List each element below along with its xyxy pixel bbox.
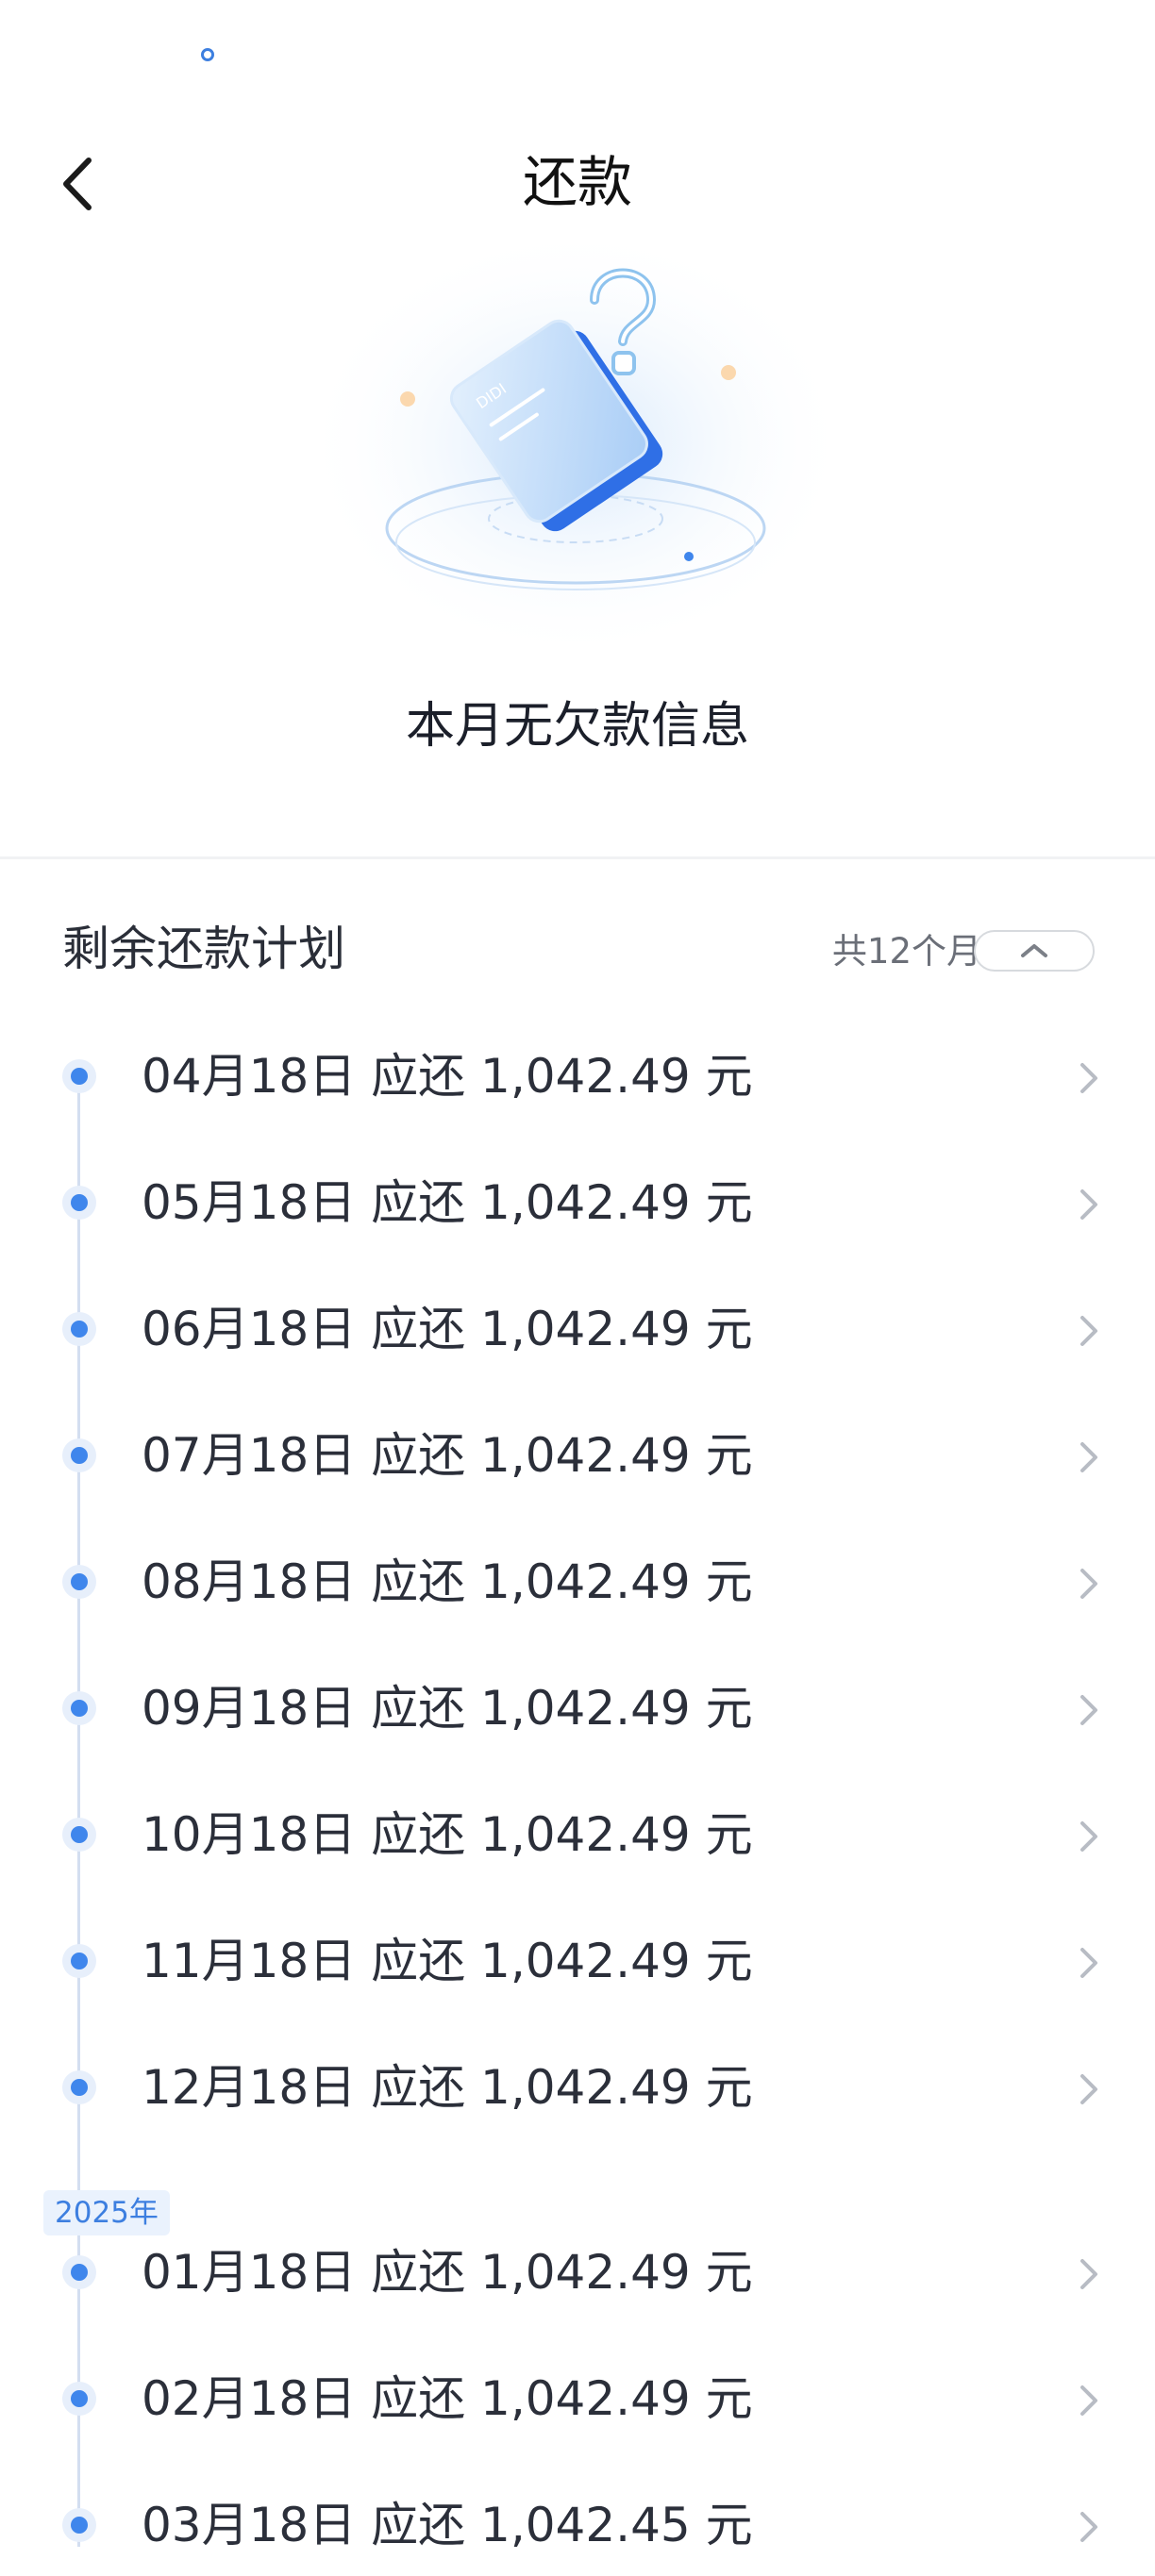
schedule-row[interactable]: 01月18日 应还 1,042.49 元 — [0, 2219, 1155, 2323]
schedule-row-text: 02月18日 应还 1,042.49 元 — [142, 2371, 753, 2426]
timeline-dot — [62, 1818, 96, 1852]
schedule-row[interactable]: 02月18日 应还 1,042.49 元 — [0, 2346, 1155, 2450]
schedule-row[interactable]: 03月18日 应还 1,042.45 元 — [0, 2472, 1155, 2576]
schedule-row-text: 06月18日 应还 1,042.49 元 — [142, 1302, 753, 1356]
chevron-right-icon — [1080, 2385, 1097, 2416]
schedule-row[interactable]: 11月18日 应还 1,042.49 元 — [0, 1908, 1155, 2012]
empty-illustration: DIDI — [0, 245, 1155, 698]
chevron-right-icon — [1080, 2074, 1097, 2104]
schedule-row[interactable]: 07月18日 应还 1,042.49 元 — [0, 1403, 1155, 1506]
schedule-row-text: 12月18日 应还 1,042.49 元 — [142, 2060, 753, 2115]
chevron-right-icon — [1080, 1316, 1097, 1346]
timeline-dot — [62, 1691, 96, 1725]
chevron-right-icon — [1080, 2512, 1097, 2542]
timeline-dot — [62, 2508, 96, 2542]
timeline-dot — [62, 1944, 96, 1978]
schedule-row[interactable]: 09月18日 应还 1,042.49 元 — [0, 1655, 1155, 1759]
chevron-right-icon — [1080, 2259, 1097, 2289]
empty-message: 本月无欠款信息 — [405, 698, 749, 755]
schedule-row-text: 01月18日 应还 1,042.49 元 — [142, 2245, 753, 2300]
page-title: 还款 — [522, 150, 632, 214]
schedule-row[interactable]: 05月18日 应还 1,042.49 元 — [0, 1150, 1155, 1254]
schedule-row-text: 09月18日 应还 1,042.49 元 — [142, 1681, 753, 1736]
schedule-row-text: 04月18日 应还 1,042.49 元 — [142, 1049, 753, 1104]
schedule-row-text: 05月18日 应还 1,042.49 元 — [142, 1175, 753, 1230]
timeline-dot — [62, 2382, 96, 2416]
chevron-right-icon — [1080, 1063, 1097, 1093]
schedule-row[interactable]: 04月18日 应还 1,042.49 元 — [0, 1023, 1155, 1127]
timeline-dot — [62, 1186, 96, 1220]
schedule-row[interactable]: 08月18日 应还 1,042.49 元 — [0, 1529, 1155, 1633]
timeline-dot — [62, 2255, 96, 2289]
schedule-row[interactable]: 10月18日 应还 1,042.49 元 — [0, 1782, 1155, 1886]
timeline-dot — [62, 1438, 96, 1472]
chevron-right-icon — [1080, 1569, 1097, 1599]
plan-count: 共12个月 — [831, 931, 981, 972]
timeline-dot — [62, 1059, 96, 1093]
chevron-right-icon — [1080, 1821, 1097, 1852]
chevron-right-icon — [1080, 1442, 1097, 1472]
schedule-row-text: 08月18日 应还 1,042.49 元 — [142, 1554, 753, 1609]
timeline-dot — [62, 2070, 96, 2104]
schedule-row-text: 03月18日 应还 1,042.45 元 — [142, 2498, 753, 2552]
plan-header: 剩余还款计划 共12个月 — [0, 906, 1155, 1000]
timeline-dot — [62, 1312, 96, 1346]
year-badge: 2025年 — [43, 2190, 170, 2235]
schedule-row-text: 11月18日 应还 1,042.49 元 — [142, 1934, 753, 1988]
chevron-right-icon — [1080, 1695, 1097, 1725]
schedule-row[interactable]: 06月18日 应还 1,042.49 元 — [0, 1276, 1155, 1380]
chevron-right-icon — [1080, 1189, 1097, 1220]
status-indicator-icon — [201, 48, 214, 61]
schedule-row[interactable]: 12月18日 应还 1,042.49 元 — [0, 2035, 1155, 2138]
schedule-row-text: 10月18日 应还 1,042.49 元 — [142, 1807, 753, 1862]
chevron-right-icon — [1080, 1948, 1097, 1978]
schedule-row-text: 07月18日 应还 1,042.49 元 — [142, 1428, 753, 1483]
collapse-toggle-button[interactable] — [974, 930, 1095, 972]
plan-title: 剩余还款计划 — [62, 922, 345, 976]
navigation-bar: 还款 — [0, 132, 1155, 236]
chevron-up-icon — [1021, 944, 1047, 957]
section-divider — [0, 856, 1155, 859]
timeline-dot — [62, 1565, 96, 1599]
